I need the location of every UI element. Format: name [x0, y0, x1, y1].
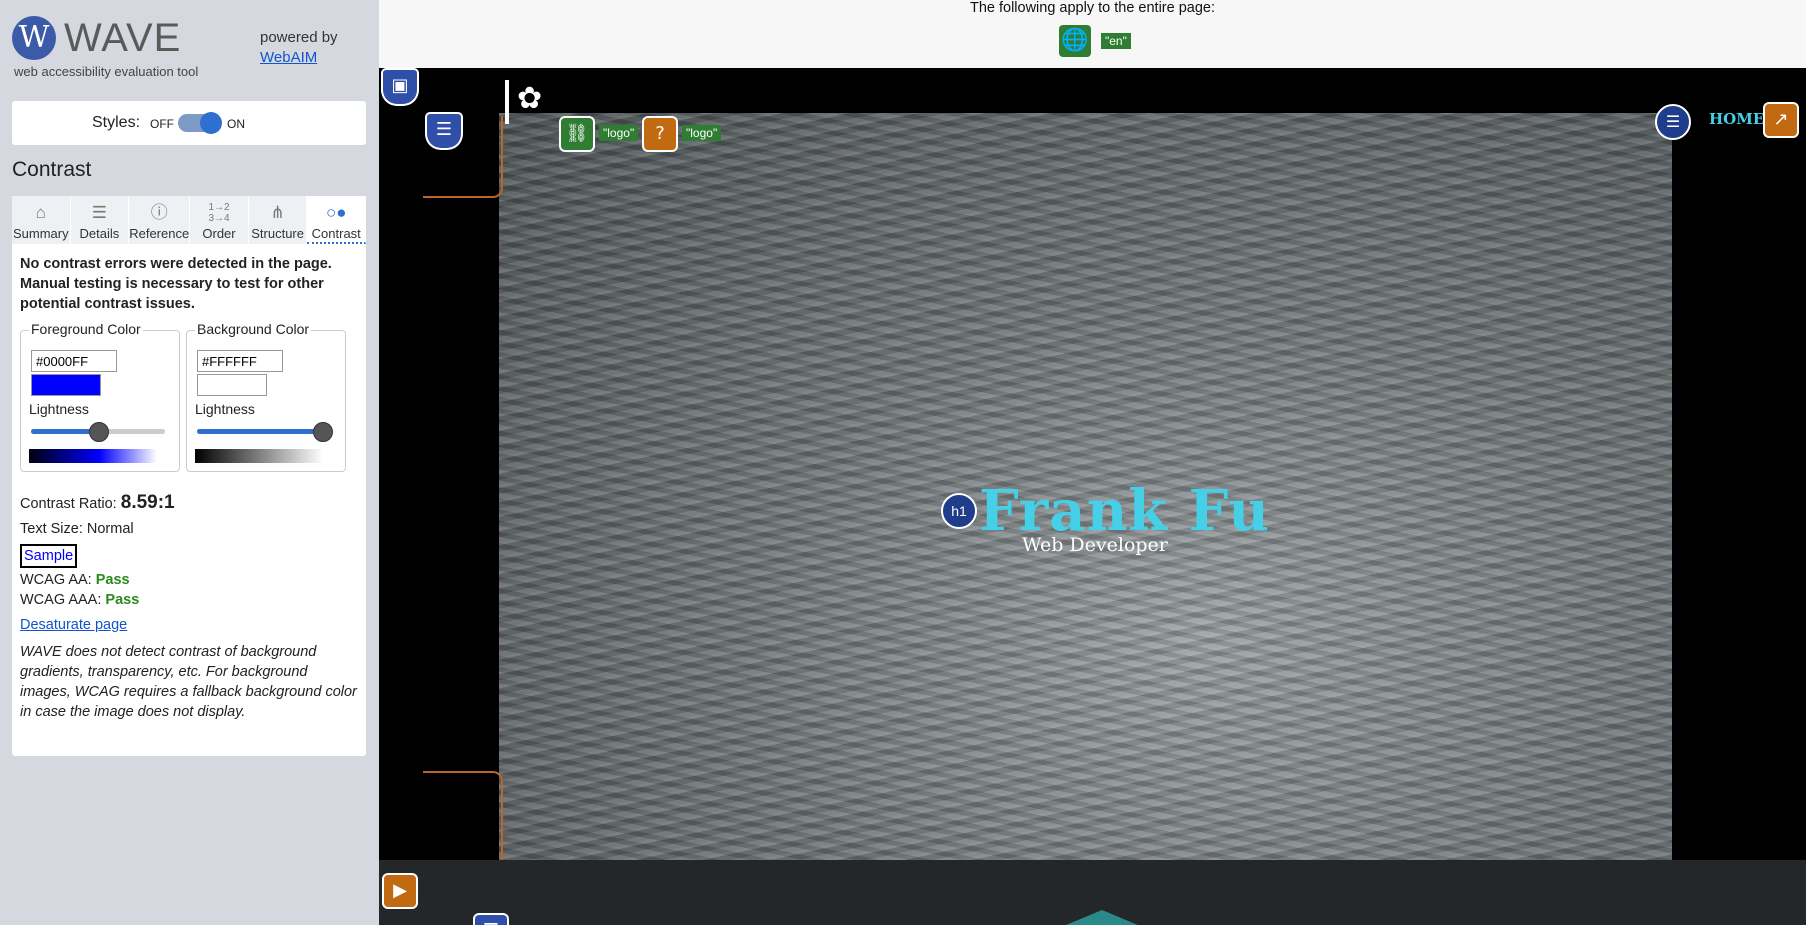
background-lightness-slider[interactable] [197, 422, 333, 442]
powered-by-label: powered by [260, 29, 338, 46]
wcag-aa-result: WCAG AA: Pass [20, 572, 130, 588]
styles-toggle-box: Styles: OFF ON [12, 101, 366, 145]
slider-fill [197, 429, 331, 434]
page-language-text: The following apply to the entire page: [969, 0, 1216, 16]
tab-summary[interactable]: ⌂ Summary [12, 196, 71, 244]
contrast-ratio-value: 8.59:1 [120, 492, 175, 513]
home-icon: ⌂ [35, 203, 46, 222]
wcag-aa-value: Pass [95, 572, 130, 588]
tab-structure[interactable]: ⋔ Structure [248, 196, 308, 244]
tab-label: Contrast [311, 226, 361, 241]
redundant-link-icon[interactable]: ↗ [1765, 104, 1797, 136]
contrast-panel: ⌂ Summary ☰ Details ⓘ Reference 1→2 3→4 O… [12, 196, 367, 756]
video-icon[interactable]: ▶ [384, 875, 416, 907]
foreground-lightness-label: Lightness [29, 401, 89, 417]
background-lightness-label: Lightness [195, 401, 255, 417]
hero-subtitle: Web Developer [1022, 534, 1168, 556]
powered-by: powered by WebAIM [260, 28, 338, 68]
tab-contrast[interactable]: ○● Contrast [307, 196, 367, 244]
wave-title: WAVE [64, 16, 182, 60]
alt-text-tag: "logo" [599, 125, 639, 141]
code-logo-icon [1059, 910, 1145, 925]
tab-label: Summary [12, 226, 69, 241]
foreground-color-box: Foreground Color #0000FF Lightness [20, 321, 180, 472]
foreground-legend: Foreground Color [29, 321, 143, 337]
foreground-gradient [29, 449, 157, 463]
contrast-icon: ○● [325, 203, 347, 222]
slider-knob[interactable] [89, 422, 109, 442]
webaim-link[interactable]: WebAIM [260, 49, 317, 66]
slider-knob[interactable] [313, 422, 333, 442]
text-size: Text Size: Normal [20, 521, 134, 537]
hero-section: ▣ ☰ ✿ ⛓ "logo" ? "logo" h1 Frank Fu Web … [379, 68, 1806, 863]
order-icon: 1→2 3→4 [208, 202, 230, 224]
toggle-knob[interactable] [200, 112, 222, 134]
background-gradient [195, 449, 323, 463]
tab-details[interactable]: ☰ Details [70, 196, 130, 244]
linked-image-icon[interactable]: ⛓ [561, 118, 593, 150]
tab-label: Reference [129, 226, 190, 241]
frame-corner [423, 771, 503, 863]
foreground-swatch [31, 374, 101, 396]
wcag-aa-label: WCAG AA: [20, 572, 92, 588]
contrast-message: No contrast errors were detected in the … [20, 256, 332, 312]
panel-title: Contrast [12, 158, 92, 181]
page-language-bar: The following apply to the entire page: … [379, 0, 1806, 69]
tab-reference[interactable]: ⓘ Reference [129, 196, 191, 244]
tab-order[interactable]: 1→2 3→4 Order [190, 196, 249, 244]
wave-sidebar: W WAVE web accessibility evaluation tool… [0, 0, 379, 925]
panel-tabs: ⌂ Summary ☰ Details ⓘ Reference 1→2 3→4 O… [12, 196, 367, 244]
suspicious-alt-icon[interactable]: ? [644, 118, 676, 150]
styles-label: Styles: [92, 114, 141, 131]
globe-icon[interactable]: 🌐 [1059, 25, 1091, 57]
background-color-box: Background Color #FFFFFF Lightness [186, 321, 346, 472]
background-hex-input[interactable]: #FFFFFF [197, 350, 283, 372]
logo-icon: ✿ [517, 81, 543, 116]
page-bottom-strip: ▶ ☰ [379, 860, 1806, 925]
styles-on-label: ON [227, 117, 245, 131]
wcag-aaa-value: Pass [105, 592, 140, 608]
region-landmark-icon[interactable]: ▣ [383, 70, 417, 104]
background-swatch [197, 374, 267, 396]
navigation-list-icon[interactable]: ☰ [1655, 104, 1691, 140]
desaturate-page-link[interactable]: Desaturate page [20, 617, 127, 633]
wave-logo-icon[interactable]: W [12, 16, 56, 60]
logo-divider [505, 80, 509, 124]
wave-brand: W WAVE web accessibility evaluation tool… [12, 14, 372, 84]
tab-label: Structure [251, 226, 304, 241]
styles-off-label: OFF [150, 117, 174, 131]
h1-heading-icon[interactable]: h1 [941, 493, 977, 529]
film-border-left [421, 113, 499, 863]
background-legend: Background Color [195, 321, 312, 337]
list-icon: ☰ [91, 203, 108, 222]
tab-label: Details [79, 226, 120, 241]
alt-text-tag: "logo" [682, 125, 722, 141]
contrast-ratio: Contrast Ratio: 8.59:1 [20, 492, 175, 514]
styles-toggle-switch[interactable] [178, 112, 222, 134]
evaluated-page: The following apply to the entire page: … [379, 0, 1806, 925]
structure-icon: ⋔ [270, 203, 285, 222]
language-tag: "en" [1101, 33, 1131, 49]
wcag-aaa-label: WCAG AAA: [20, 592, 102, 608]
slider-fill [31, 429, 98, 434]
foreground-lightness-slider[interactable] [31, 422, 165, 442]
wcag-aaa-result: WCAG AAA: Pass [20, 592, 139, 608]
main-landmark-icon[interactable]: ☰ [475, 915, 507, 925]
info-icon: ⓘ [150, 203, 168, 222]
contrast-note: WAVE does not detect contrast of backgro… [20, 644, 357, 720]
wave-tagline: web accessibility evaluation tool [14, 64, 199, 79]
nav-home-link[interactable]: HOME [1709, 110, 1764, 128]
sample-text: Sample [20, 544, 78, 568]
contrast-ratio-label: Contrast Ratio: [20, 496, 117, 512]
header-landmark-icon[interactable]: ☰ [427, 114, 461, 148]
foreground-hex-input[interactable]: #0000FF [31, 350, 117, 372]
tab-label: Order [202, 226, 236, 241]
